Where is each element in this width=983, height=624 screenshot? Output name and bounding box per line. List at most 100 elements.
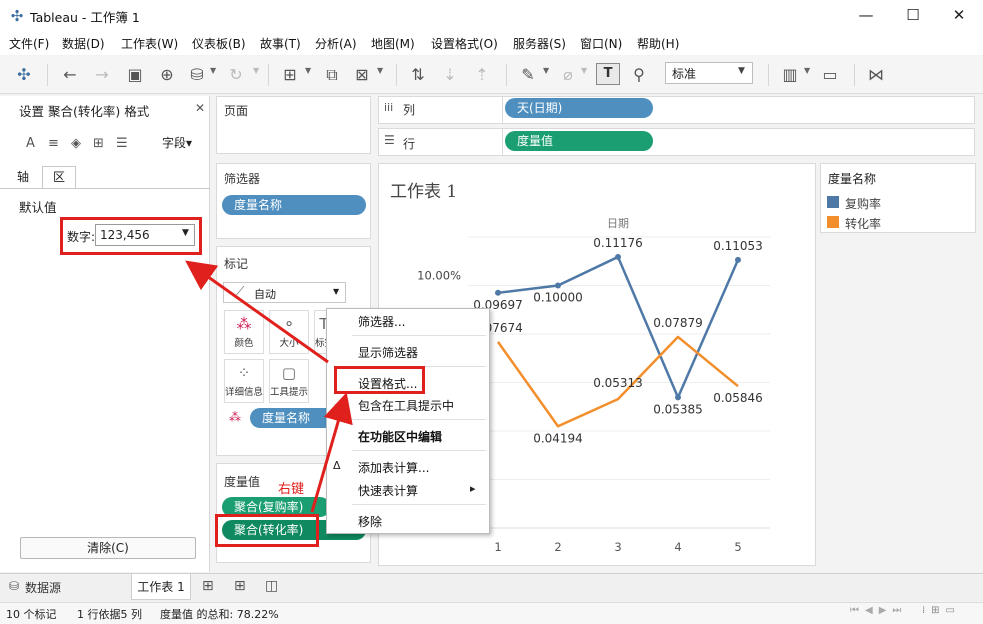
redo-icon[interactable]: → xyxy=(92,65,112,85)
chevron-down-icon[interactable]: ▼ xyxy=(738,66,745,76)
ctx-add-table-calc[interactable]: 添加表计算... xyxy=(358,459,429,476)
new-worksheet-icon[interactable]: ⊞ xyxy=(280,65,300,85)
marks-tooltip-card[interactable]: ▢ 工具提示 xyxy=(269,359,309,403)
clear-button[interactable]: 清除(C) xyxy=(20,537,196,559)
filter-pill-measure-names[interactable]: 度量名称 xyxy=(222,195,366,215)
borders-icon[interactable]: ⊞ xyxy=(93,136,104,151)
highlight-icon[interactable]: ✎ xyxy=(518,65,538,85)
save-icon[interactable]: ▣ xyxy=(125,65,145,85)
columns-shelf[interactable] xyxy=(378,96,975,124)
x-tick-label: 2 xyxy=(554,540,561,554)
context-menu xyxy=(326,308,490,534)
tab-pane[interactable]: 区 xyxy=(42,166,76,188)
sheet-tab[interactable]: 工作表 1 xyxy=(131,574,191,600)
group-members-icon[interactable]: ⌀ xyxy=(558,65,578,85)
tooltip-icon: ▢ xyxy=(281,364,297,382)
menu-format[interactable]: 设置格式(O) xyxy=(431,35,498,52)
toolbar-divider xyxy=(268,64,269,86)
fields-dropdown[interactable]: 字段▾ xyxy=(162,134,192,151)
new-data-source-icon[interactable]: ⊕ xyxy=(157,65,177,85)
detail-icon: ⁘ xyxy=(237,364,251,382)
data-point xyxy=(675,394,681,401)
dropdown-arrow-icon[interactable]: ▼ xyxy=(543,66,549,75)
chevron-down-icon[interactable]: ▼ xyxy=(333,287,339,296)
sort-descending-icon[interactable]: ⇡ xyxy=(472,65,492,85)
share-icon[interactable]: ⋈ xyxy=(866,65,886,85)
alignment-icon[interactable]: ≡ xyxy=(48,136,59,151)
ctx-show-filter[interactable]: 显示筛选器 xyxy=(358,344,418,361)
columns-pill-day[interactable]: 天(日期) xyxy=(505,98,653,118)
close-icon[interactable]: ✕ xyxy=(195,101,205,115)
right-click-annotation: 右键 xyxy=(278,482,305,497)
rows-pill-measure-values[interactable]: 度量值 xyxy=(505,131,653,151)
menu-data[interactable]: 数据(D) xyxy=(62,35,105,52)
marks-color-card[interactable]: ⁂ 颜色 xyxy=(224,310,264,354)
font-icon[interactable]: A xyxy=(26,136,35,151)
dropdown-arrow-icon[interactable]: ▼ xyxy=(377,66,383,75)
maximize-button[interactable]: ☐ xyxy=(890,0,936,31)
new-dashboard-icon[interactable]: ⊞ xyxy=(234,578,246,594)
ctx-quick-table-calc[interactable]: 快速表计算 xyxy=(358,482,418,499)
datasource-tab[interactable]: 数据源 xyxy=(25,579,61,596)
legend-swatch-repurchase[interactable] xyxy=(827,196,839,208)
menu-server[interactable]: 服务器(S) xyxy=(513,35,566,52)
show-cards-icon[interactable]: ▥ xyxy=(780,65,800,85)
new-worksheet-icon[interactable]: ⊞ xyxy=(202,578,214,594)
submenu-arrow-icon: ▸ xyxy=(470,482,476,495)
status-bar xyxy=(0,602,983,624)
menu-analysis[interactable]: 分析(A) xyxy=(315,35,357,52)
title-bar xyxy=(0,0,983,31)
legend-label-conversion[interactable]: 转化率 xyxy=(845,215,881,232)
menu-help[interactable]: 帮助(H) xyxy=(637,35,679,52)
shading-icon[interactable]: ◈ xyxy=(71,136,81,151)
menu-dashboard[interactable]: 仪表板(B) xyxy=(192,35,246,52)
show-mark-labels-icon[interactable]: T xyxy=(596,63,620,85)
new-story-icon[interactable]: ◫ xyxy=(265,578,278,594)
tableau-start-icon[interactable]: ✣ xyxy=(14,65,34,85)
color-pill-measure-names[interactable]: 度量名称 xyxy=(250,408,330,428)
menu-file[interactable]: 文件(F) xyxy=(9,35,49,52)
presentation-mode-icon[interactable]: ▭ xyxy=(820,65,840,85)
marks-detail-card[interactable]: ⁘ 详细信息 xyxy=(224,359,264,403)
data-point xyxy=(615,253,621,260)
clear-sheet-icon[interactable]: ⊠ xyxy=(352,65,372,85)
sort-ascending-icon[interactable]: ⇣ xyxy=(440,65,460,85)
dropdown-arrow-icon[interactable]: ▼ xyxy=(305,66,311,75)
ctx-edit-in-shelf[interactable]: 在功能区中编辑 xyxy=(358,428,442,445)
lines-icon[interactable]: ☰ xyxy=(116,136,128,151)
legend-label-repurchase[interactable]: 复购率 xyxy=(845,195,881,212)
dropdown-arrow-icon[interactable]: ▼ xyxy=(804,66,810,75)
tab-axis[interactable]: 轴 xyxy=(8,166,38,188)
ctx-remove[interactable]: 移除 xyxy=(358,513,382,530)
menu-story[interactable]: 故事(T) xyxy=(260,35,301,52)
dropdown-arrow-icon[interactable]: ▼ xyxy=(253,66,259,75)
pause-updates-icon[interactable]: ⛁ xyxy=(187,65,207,85)
dropdown-arrow-icon[interactable]: ▼ xyxy=(210,66,216,75)
format-pane-title: 设置 聚合(转化率) 格式 xyxy=(19,104,150,119)
data-point xyxy=(735,256,741,263)
legend-swatch-conversion[interactable] xyxy=(827,216,839,228)
marks-size-card[interactable]: ⚬ 大小 xyxy=(269,310,309,354)
legend-title: 度量名称 xyxy=(828,172,877,186)
ctx-filter[interactable]: 筛选器... xyxy=(358,313,405,330)
undo-icon[interactable]: ← xyxy=(60,65,80,85)
menu-worksheet[interactable]: 工作表(W) xyxy=(121,35,178,52)
close-window-button[interactable]: ✕ xyxy=(936,0,982,31)
toolbar-divider xyxy=(768,64,769,86)
swap-rows-columns-icon[interactable]: ⇅ xyxy=(408,65,428,85)
view-toggle-icon[interactable]: ⁞⊞▭ xyxy=(922,605,961,616)
data-label: 0.05385 xyxy=(653,402,703,416)
sheet-navigation-icon[interactable]: ⏮◀▶⏭ xyxy=(850,605,907,616)
ctx-include-in-tooltip[interactable]: 包含在工具提示中 xyxy=(358,397,454,414)
dropdown-arrow-icon[interactable]: ▼ xyxy=(581,66,587,75)
toolbar-divider xyxy=(854,64,855,86)
minimize-button[interactable]: — xyxy=(843,0,889,31)
fix-axes-icon[interactable]: ⚲ xyxy=(629,65,649,85)
menu-window[interactable]: 窗口(N) xyxy=(580,35,622,52)
rows-shelf[interactable] xyxy=(378,128,975,156)
toolbar-divider xyxy=(396,64,397,86)
menu-map[interactable]: 地图(M) xyxy=(371,35,415,52)
duplicate-sheet-icon[interactable]: ⧉ xyxy=(322,65,342,85)
pages-label: 页面 xyxy=(224,104,249,118)
refresh-icon[interactable]: ↻ xyxy=(226,65,246,85)
